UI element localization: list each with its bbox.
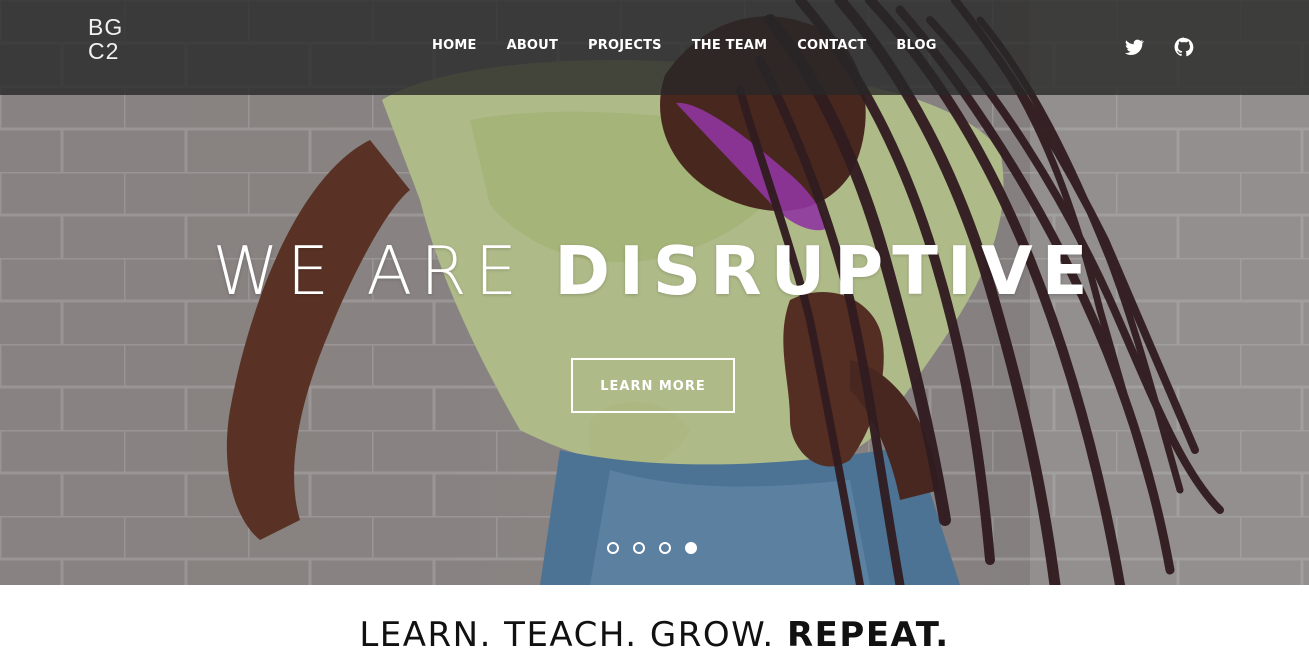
- logo-line-2: C2: [88, 38, 120, 64]
- github-icon[interactable]: [1173, 36, 1195, 58]
- carousel-dot-3[interactable]: [659, 542, 671, 554]
- hero-headline: WE ARE DISRUPTIVE: [0, 232, 1309, 310]
- headline-light-text: WE ARE: [212, 232, 526, 310]
- tagline: LEARN. TEACH. GROW. REPEAT.: [0, 612, 1309, 658]
- nav-home-link[interactable]: HOME: [432, 37, 477, 55]
- nav-about-link[interactable]: ABOUT: [507, 37, 558, 55]
- hero-banner: BG C2 HOME ABOUT PROJECTS THE TEAM CONTA…: [0, 0, 1309, 585]
- twitter-icon[interactable]: [1123, 36, 1145, 58]
- headline-bold-text: DISRUPTIVE: [554, 232, 1097, 310]
- top-navbar: BG C2 HOME ABOUT PROJECTS THE TEAM CONTA…: [0, 0, 1309, 95]
- tagline-text: LEARN. TEACH. GROW.: [359, 615, 775, 655]
- site-logo[interactable]: BG C2: [88, 15, 132, 63]
- carousel-dot-1[interactable]: [607, 542, 619, 554]
- carousel-dot-2[interactable]: [633, 542, 645, 554]
- learn-more-button[interactable]: LEARN MORE: [571, 358, 735, 413]
- nav-blog-link[interactable]: BLOG: [896, 37, 936, 55]
- nav-contact-link[interactable]: CONTACT: [797, 37, 866, 55]
- logo-line-1: BG: [88, 14, 124, 40]
- nav-projects-link[interactable]: PROJECTS: [588, 37, 662, 55]
- main-navigation: HOME ABOUT PROJECTS THE TEAM CONTACT BLO…: [432, 37, 937, 55]
- carousel-dot-4[interactable]: [685, 542, 697, 554]
- carousel-indicators: [607, 542, 697, 554]
- tagline-emphasis: REPEAT.: [787, 615, 950, 655]
- nav-team-link[interactable]: THE TEAM: [692, 37, 768, 55]
